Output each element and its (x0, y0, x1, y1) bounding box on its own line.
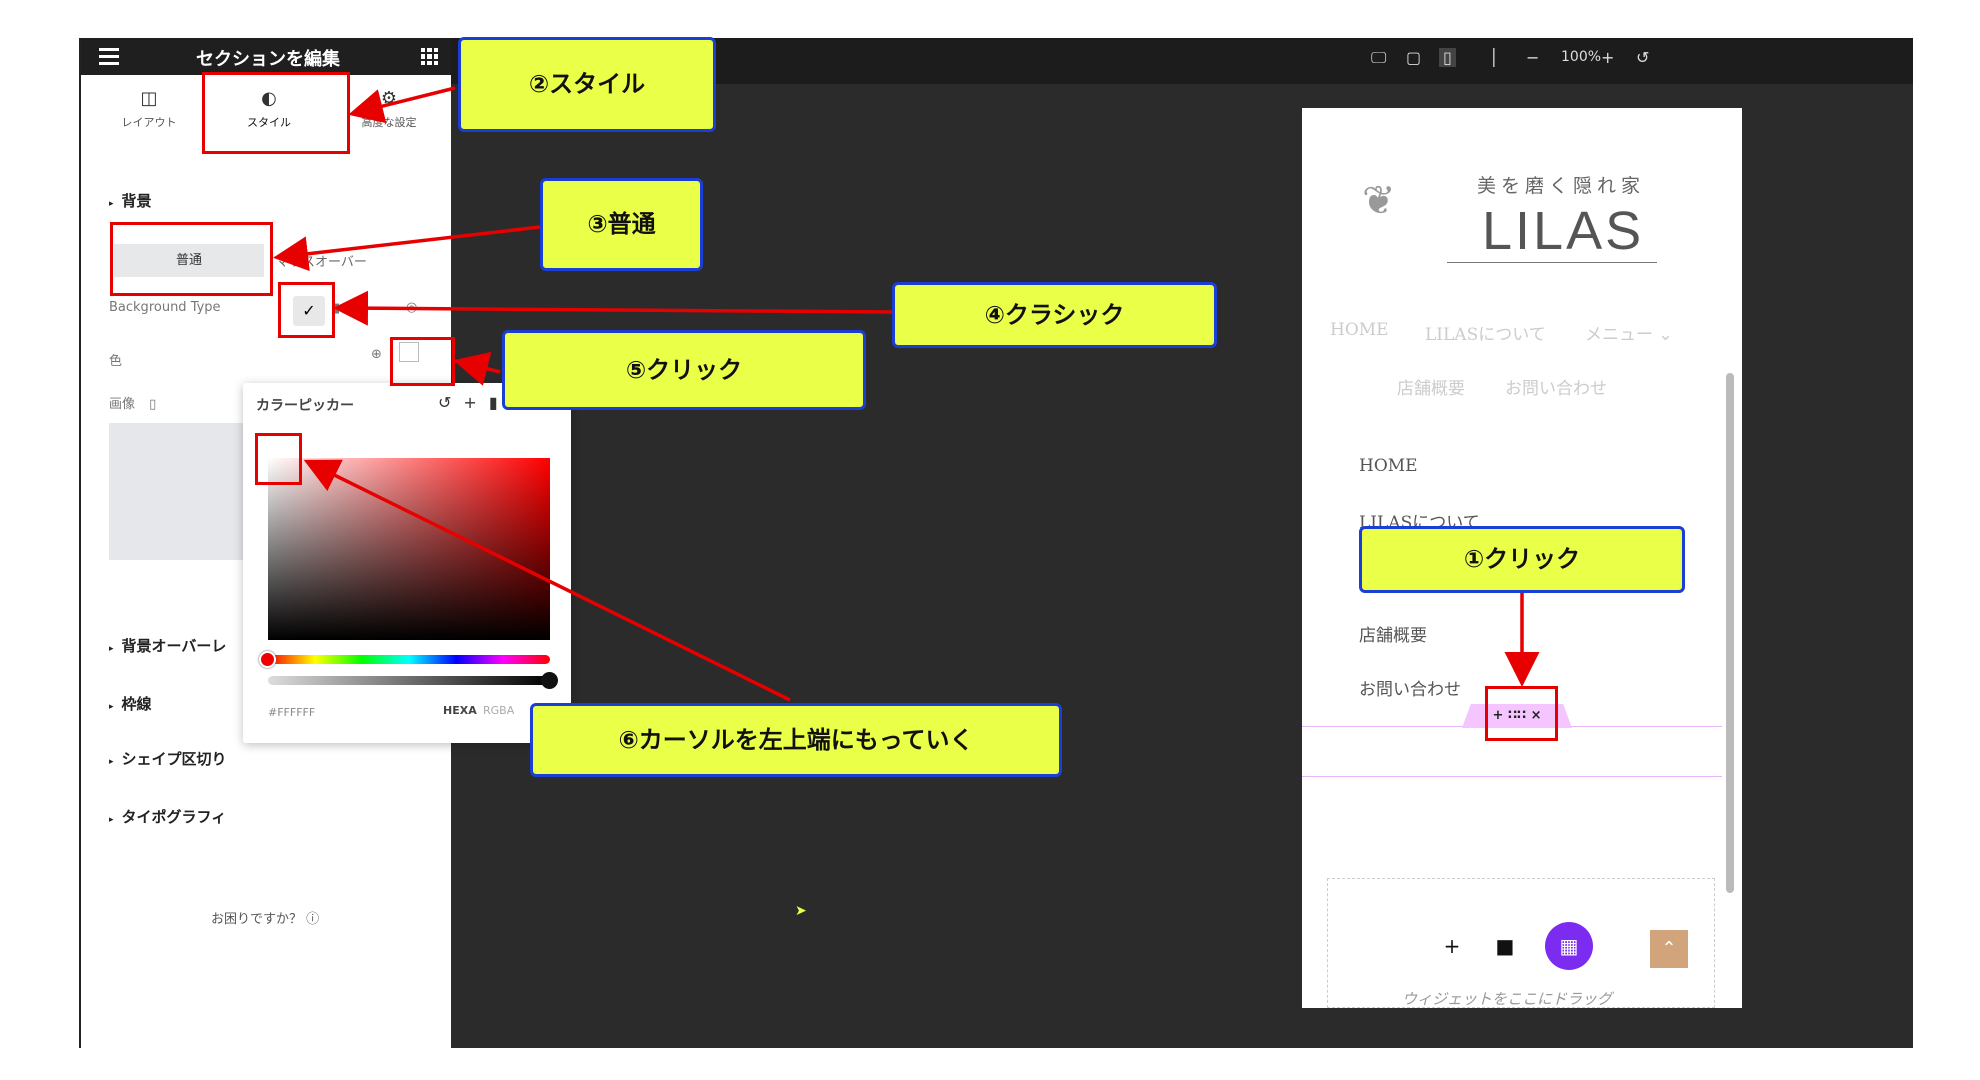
callout-3: ③普通 (540, 178, 703, 271)
callout-4: ④クラシック (892, 282, 1217, 348)
callout-5: ⑤クリック (502, 330, 866, 410)
callout-2: ②スタイル (458, 37, 716, 132)
cursor-icon: ➤ (795, 903, 807, 919)
callout-6: ⑥カーソルを左上端にもっていく (530, 703, 1062, 777)
callout-1: ①クリック (1359, 526, 1685, 593)
